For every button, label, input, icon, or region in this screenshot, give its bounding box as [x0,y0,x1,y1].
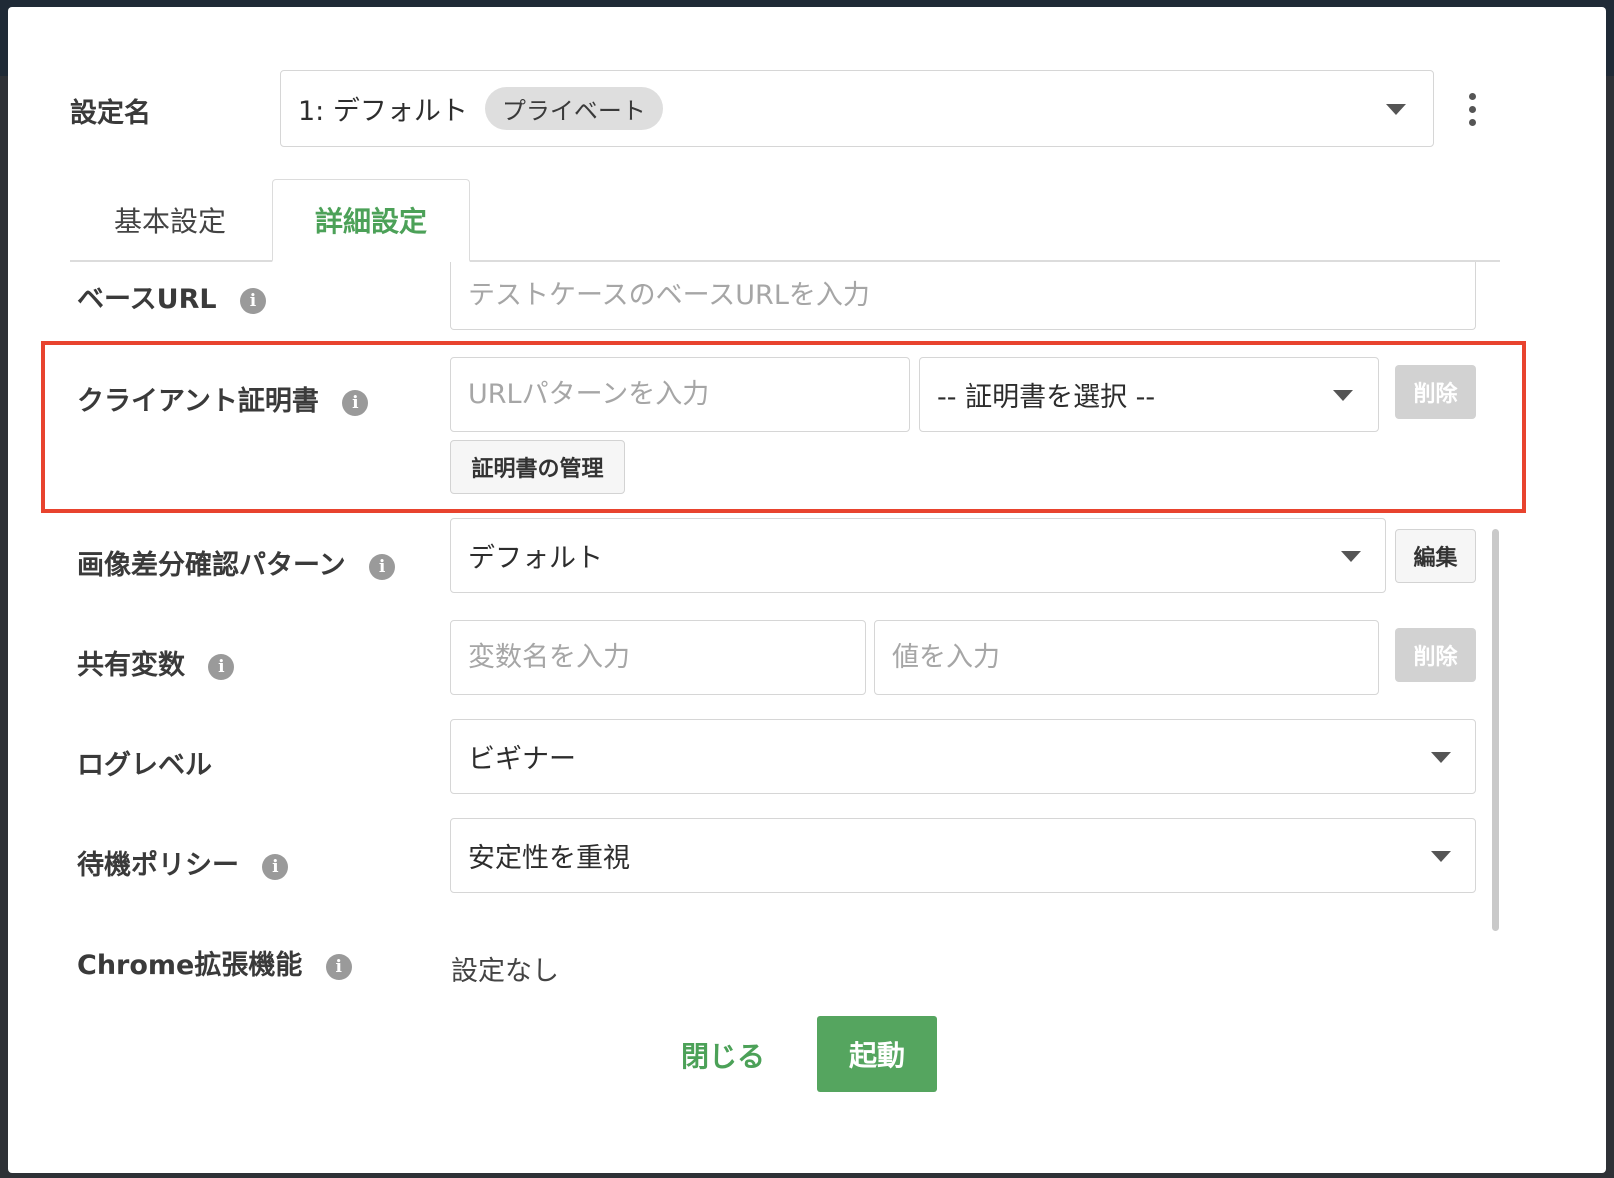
base-url-label-text: ベースURL [77,284,217,315]
image-diff-select[interactable]: デフォルト [450,518,1386,593]
var-name-input[interactable] [450,620,866,695]
var-name-field[interactable] [468,621,865,694]
base-url-label: ベースURL i [77,277,266,316]
log-level-label: ログレベル [77,750,212,781]
start-button[interactable]: 起動 [817,1016,937,1092]
info-icon[interactable]: i [208,653,235,680]
wait-policy-label: 待機ポリシー i [77,843,289,882]
chevron-down-icon [1333,390,1353,401]
close-button[interactable]: 閉じる [668,1017,778,1092]
chrome-ext-value: 設定なし [451,956,559,987]
image-diff-label: 画像差分確認パターン i [77,543,396,582]
info-icon[interactable]: i [262,853,289,880]
info-icon[interactable]: i [342,389,369,416]
config-select[interactable]: 1: デフォルト プライベート [280,70,1434,147]
var-value-field[interactable] [892,621,1378,694]
log-level-select-value: ビギナー [468,744,576,775]
chevron-down-icon [1431,752,1451,763]
cert-delete-button[interactable]: 削除 [1395,365,1476,419]
wait-policy-select-value: 安定性を重視 [468,843,630,874]
chevron-down-icon [1341,551,1361,562]
manage-certs-button[interactable]: 証明書の管理 [450,440,625,494]
settings-modal: 設定名 1: デフォルト プライベート 基本設定 詳細設定 ベースURL i ク… [8,7,1606,1173]
client-cert-label-text: クライアント証明書 [77,386,319,417]
chevron-down-icon [1386,104,1406,115]
shared-vars-label-text: 共有変数 [77,650,185,681]
info-icon[interactable]: i [369,553,396,580]
config-select-value: 1: デフォルト [298,96,468,127]
var-delete-button[interactable]: 削除 [1395,628,1476,682]
log-level-select[interactable]: ビギナー [450,719,1476,794]
base-url-input[interactable] [450,262,1476,330]
wait-policy-select[interactable]: 安定性を重視 [450,818,1476,893]
cert-select[interactable]: -- 証明書を選択 -- [919,357,1379,432]
cert-select-value: -- 証明書を選択 -- [937,382,1156,413]
tab-basic-settings[interactable]: 基本設定 [70,179,270,261]
image-diff-select-value: デフォルト [468,543,603,574]
image-diff-label-text: 画像差分確認パターン [77,550,346,581]
chrome-ext-label: Chrome拡張機能 i [77,943,352,982]
var-value-input[interactable] [874,620,1379,695]
cert-url-pattern-field[interactable] [468,358,909,431]
private-badge: プライベート [484,87,663,130]
info-icon[interactable]: i [239,287,266,314]
client-cert-label: クライアント証明書 i [77,379,369,418]
more-vertical-icon[interactable] [1469,93,1476,132]
chrome-ext-label-text: Chrome拡張機能 [77,950,303,981]
wait-policy-label-text: 待機ポリシー [77,850,239,881]
shared-vars-label: 共有変数 i [77,643,235,682]
chevron-down-icon [1431,851,1451,862]
tab-advanced-settings[interactable]: 詳細設定 [272,179,470,262]
scrollbar[interactable] [1492,529,1499,931]
config-name-label: 設定名 [70,98,151,129]
base-url-input-field[interactable] [468,262,1475,329]
image-diff-edit-button[interactable]: 編集 [1395,529,1476,583]
cert-url-pattern-input[interactable] [450,357,910,432]
info-icon[interactable]: i [325,953,352,980]
